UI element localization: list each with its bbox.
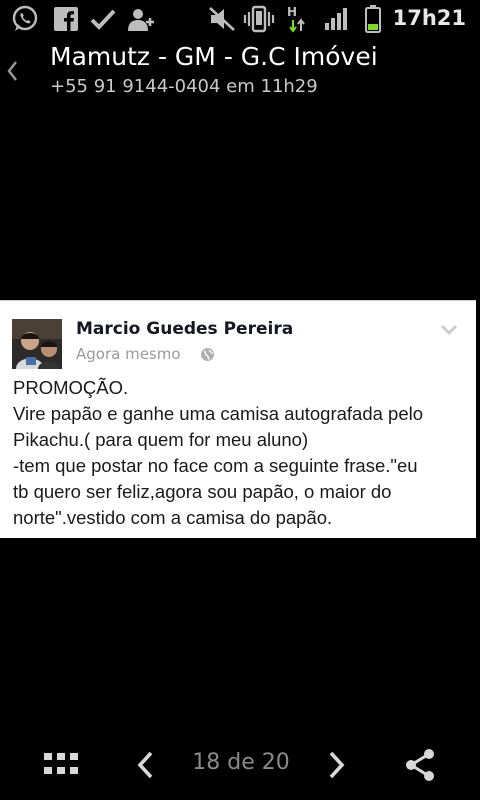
back-chevron-icon[interactable]: [4, 56, 20, 86]
post-screenshot: Marcio Guedes Pereira Agora mesmo PROMOÇ…: [0, 300, 476, 538]
post-text: PROMOÇÃO. Vire papão e ganhe uma camisa …: [13, 375, 473, 531]
grid-view-icon[interactable]: [42, 750, 80, 780]
post-text-line: -tem que postar no face com a seguinte f…: [13, 455, 418, 476]
post-text-line: Vire papão e ganhe uma camisa autografad…: [13, 403, 424, 424]
avatar: [12, 319, 62, 369]
battery-icon: [360, 4, 386, 34]
next-icon[interactable]: [320, 748, 354, 782]
share-icon[interactable]: [402, 746, 438, 784]
whatsapp-icon: [10, 4, 40, 34]
post-time: Agora mesmo: [76, 345, 181, 363]
status-bar: H 17h21: [0, 0, 480, 38]
vibrate-icon: [242, 4, 276, 34]
add-contact-icon: [126, 4, 156, 34]
bottom-toolbar: 18 de 20: [0, 730, 480, 800]
viewer-header: Mamutz - GM - G.C Imóvei +55 91 9144-040…: [0, 38, 480, 104]
page-counter: 18 de 20: [192, 750, 290, 775]
post-text-line: PROMOÇÃO.: [13, 377, 129, 398]
post-text-line: tb quero ser feliz,agora sou papão, o ma…: [13, 481, 392, 502]
facebook-icon: [52, 4, 80, 34]
contact-title: Mamutz - GM - G.C Imóvei: [50, 42, 378, 71]
chevron-down-icon: [440, 321, 458, 336]
globe-icon: [200, 347, 215, 362]
status-time: 17h21: [392, 6, 466, 30]
hspa-data-icon: H: [284, 4, 312, 34]
check-icon: [88, 4, 118, 34]
post-text-line: Pikachu.( para quem for meu aluno): [13, 429, 309, 450]
contact-subtitle: +55 91 9144-0404 em 11h29: [50, 76, 318, 97]
previous-icon[interactable]: [128, 748, 162, 782]
mute-icon: [206, 4, 238, 34]
signal-icon: [322, 4, 352, 34]
post-text-line: norte".vestido com a camisa do papão.: [13, 507, 333, 528]
svg-text:H: H: [287, 5, 297, 19]
post-author: Marcio Guedes Pereira: [76, 319, 294, 339]
